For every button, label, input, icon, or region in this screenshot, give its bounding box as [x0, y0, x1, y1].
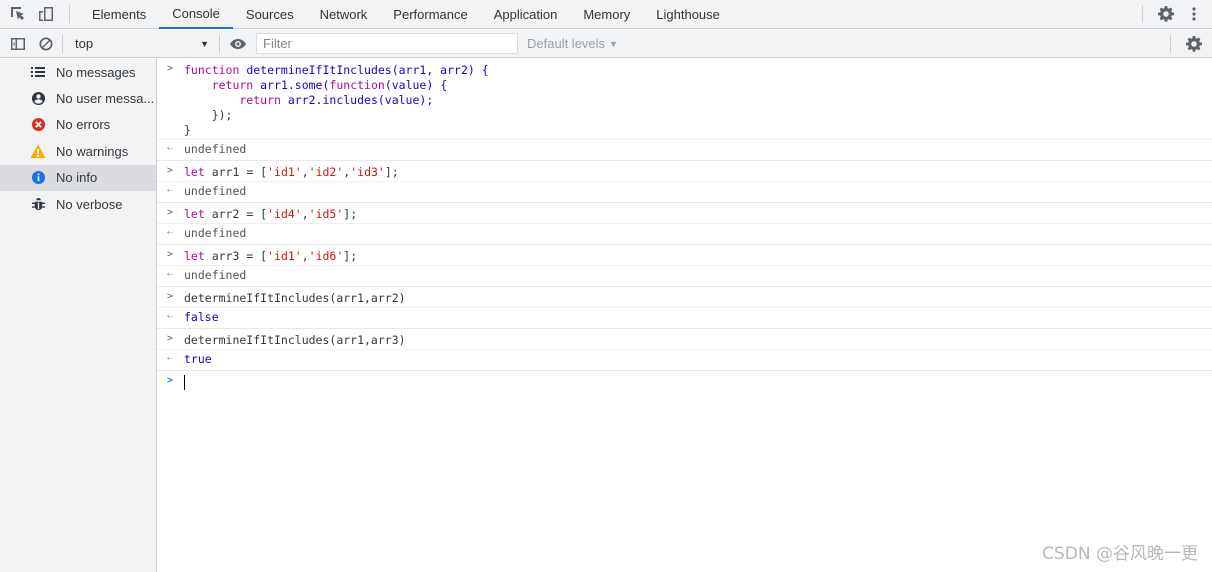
console-input-entry: > let arr3 = ['id1','id6']; — [157, 245, 1212, 266]
sidebar-item-label: No info — [56, 170, 98, 186]
watermark: CSDN @谷风晚一更 — [1042, 544, 1198, 564]
toolbar-divider — [62, 34, 63, 53]
sidebar-item-user-messages[interactable]: No user messa... — [0, 85, 156, 111]
result-value: undefined — [184, 268, 247, 282]
chevron-right-icon: > — [167, 63, 174, 74]
tab-network[interactable]: Network — [307, 0, 381, 29]
console-input-entry: > determineIfItIncludes(arr1,arr3) — [157, 329, 1212, 350]
tab-elements[interactable]: Elements — [79, 0, 159, 29]
console-input-entry: > let arr2 = ['id4','id5']; — [157, 203, 1212, 224]
device-toolbar-icon[interactable] — [32, 0, 60, 28]
tab-divider — [1142, 5, 1143, 23]
panel-tabs: Elements Console Sources Network Perform… — [79, 0, 733, 29]
return-arrow-icon: ⇠ — [167, 143, 174, 154]
sidebar-item-label: No messages — [56, 64, 136, 80]
sidebar-item-warnings[interactable]: No warnings — [0, 138, 156, 164]
console-sidebar: No messages No user messa... No errors N… — [0, 59, 157, 572]
code-line: let arr2 = ['id4','id5']; — [184, 207, 358, 221]
toolbar-divider — [219, 34, 220, 53]
text-cursor — [184, 375, 185, 390]
clear-console-icon[interactable] — [32, 30, 60, 58]
inspect-element-icon[interactable] — [4, 0, 32, 28]
more-options-icon[interactable] — [1180, 0, 1208, 28]
sidebar-item-label: No user messa... — [56, 91, 155, 107]
warning-icon — [30, 143, 46, 159]
result-value: false — [184, 310, 219, 324]
return-arrow-icon: ⇠ — [167, 269, 174, 280]
console-result-entry: ⇠ true — [157, 350, 1212, 371]
info-icon — [30, 170, 46, 186]
log-levels-dropdown[interactable]: Default levels ▼ — [527, 36, 618, 51]
console-toolbar: top ▼ Filter Default levels ▼ — [0, 30, 1212, 58]
chevron-right-icon: > — [167, 207, 174, 218]
code-line: let arr1 = ['id1','id2','id3']; — [184, 165, 399, 179]
code-block: function determineIfItIncludes(arr1, arr… — [184, 63, 489, 137]
console-result-entry: ⇠ undefined — [157, 182, 1212, 203]
console-messages: > function determineIfItIncludes(arr1, a… — [157, 59, 1212, 572]
chevron-right-icon: > — [167, 375, 174, 386]
log-levels-label: Default levels — [527, 36, 606, 51]
code-line: determineIfItIncludes(arr1,arr2) — [184, 291, 406, 305]
sidebar-item-label: No warnings — [56, 143, 129, 159]
chevron-right-icon: > — [167, 249, 174, 260]
chevron-right-icon: > — [167, 291, 174, 302]
console-input-entry: > function determineIfItIncludes(arr1, a… — [157, 59, 1212, 140]
console-result-entry: ⇠ false — [157, 308, 1212, 329]
user-icon — [30, 91, 46, 107]
console-result-entry: ⇠ undefined — [157, 224, 1212, 245]
chevron-right-icon: > — [167, 333, 174, 344]
tab-sources[interactable]: Sources — [233, 0, 307, 29]
devtools-tab-bar: Elements Console Sources Network Perform… — [0, 0, 1212, 29]
console-prompt-line[interactable]: > — [157, 371, 1212, 401]
filter-input[interactable]: Filter — [256, 33, 518, 54]
sidebar-item-verbose[interactable]: No verbose — [0, 191, 156, 217]
tab-application[interactable]: Application — [481, 0, 571, 29]
result-value: undefined — [184, 142, 247, 156]
result-value: true — [184, 352, 212, 366]
tab-divider — [69, 5, 70, 23]
chevron-right-icon: > — [167, 165, 174, 176]
result-value: undefined — [184, 226, 247, 240]
sidebar-item-errors[interactable]: No errors — [0, 112, 156, 138]
sidebar-item-messages[interactable]: No messages — [0, 59, 156, 85]
console-settings-gear-icon[interactable] — [1180, 30, 1208, 58]
code-line: determineIfItIncludes(arr1,arr3) — [184, 333, 406, 347]
console-result-entry: ⇠ undefined — [157, 266, 1212, 287]
dropdown-arrow-icon: ▼ — [609, 38, 618, 49]
list-icon — [30, 64, 46, 80]
filter-placeholder: Filter — [263, 36, 292, 51]
tab-bar-actions — [1133, 0, 1212, 28]
show-sidebar-icon[interactable] — [4, 30, 32, 58]
return-arrow-icon: ⇠ — [167, 185, 174, 196]
toolbar-actions — [1161, 30, 1212, 58]
context-selector[interactable]: top ▼ — [65, 34, 215, 54]
return-arrow-icon: ⇠ — [167, 311, 174, 322]
sidebar-item-info[interactable]: No info — [0, 164, 156, 191]
dropdown-arrow-icon: ▼ — [200, 38, 209, 49]
settings-gear-icon[interactable] — [1152, 0, 1180, 28]
context-selector-value: top — [75, 36, 94, 51]
sidebar-item-label: No errors — [56, 117, 111, 133]
code-line: let arr3 = ['id1','id6']; — [184, 249, 358, 263]
sidebar-item-label: No verbose — [56, 196, 123, 212]
tab-lighthouse[interactable]: Lighthouse — [643, 0, 733, 29]
bug-icon — [30, 196, 46, 212]
tab-memory[interactable]: Memory — [570, 0, 643, 29]
console-result-entry: ⇠ undefined — [157, 140, 1212, 161]
return-arrow-icon: ⇠ — [167, 353, 174, 364]
return-arrow-icon: ⇠ — [167, 227, 174, 238]
console-input-entry: > determineIfItIncludes(arr1,arr2) — [157, 287, 1212, 308]
error-icon — [30, 117, 46, 133]
live-expression-eye-icon[interactable] — [224, 30, 252, 58]
result-value: undefined — [184, 184, 247, 198]
tab-console[interactable]: Console — [159, 0, 233, 29]
toolbar-divider — [1170, 34, 1171, 53]
console-input-entry: > let arr1 = ['id1','id2','id3']; — [157, 161, 1212, 182]
tab-performance[interactable]: Performance — [380, 0, 480, 29]
